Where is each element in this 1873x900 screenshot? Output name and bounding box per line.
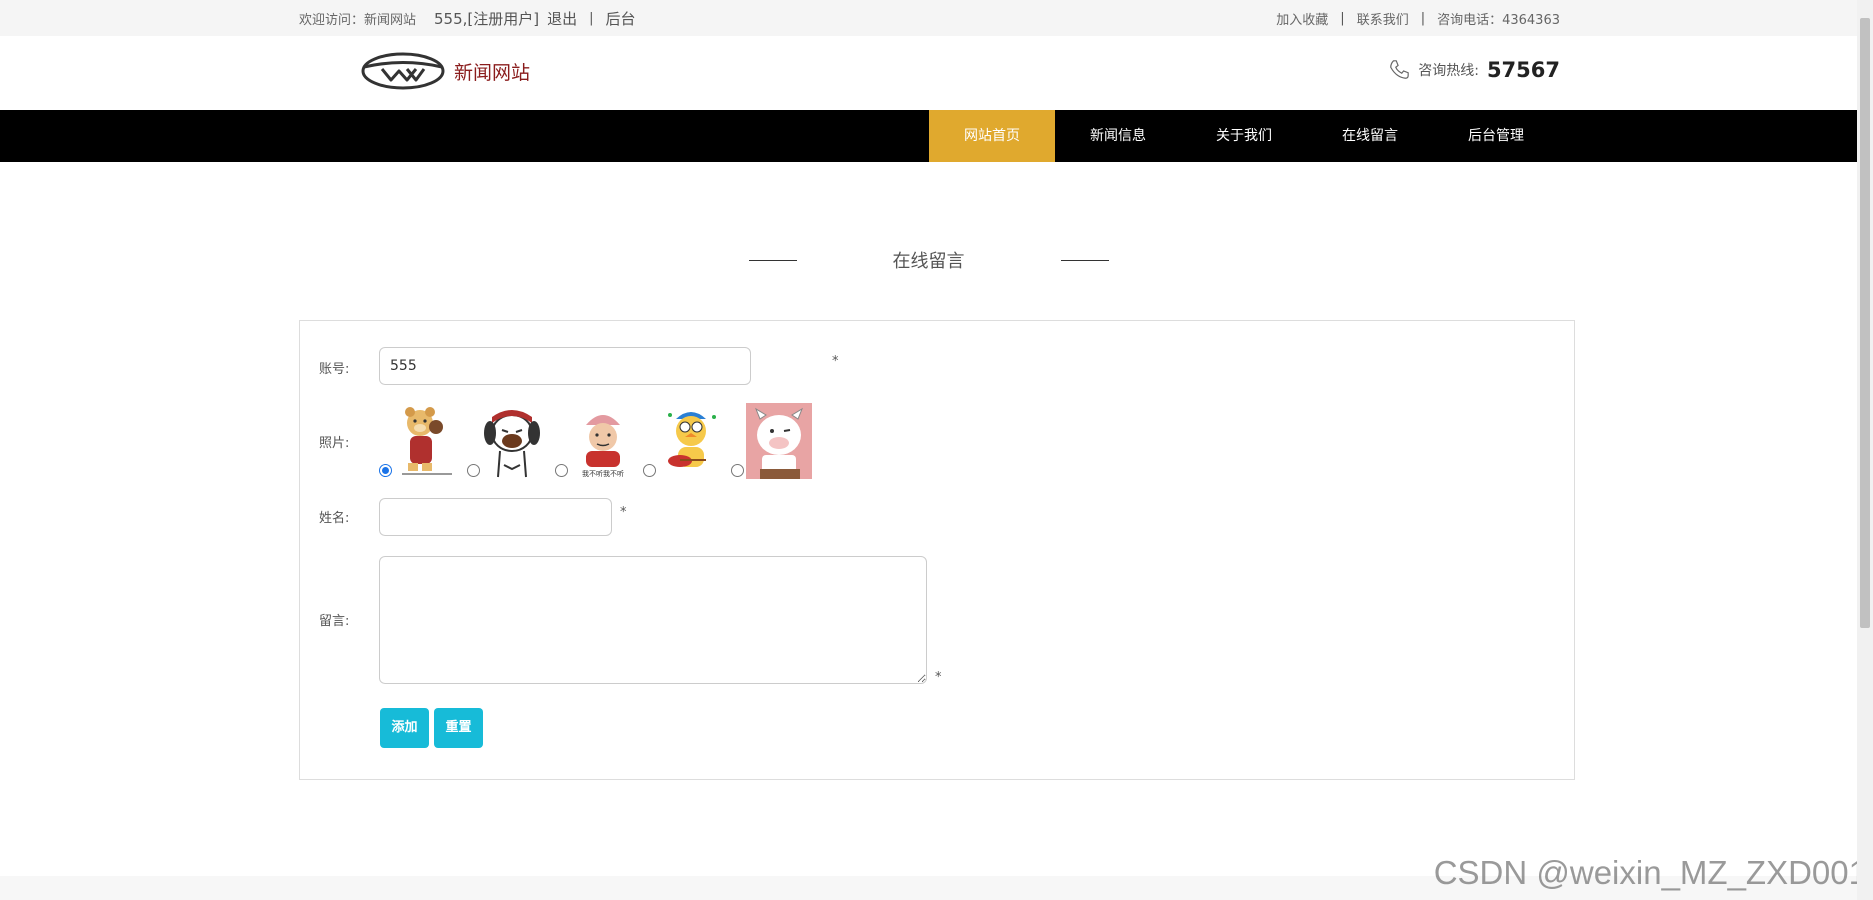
photo-radio-3[interactable] — [555, 464, 568, 477]
logo-icon — [361, 52, 445, 90]
current-user: 555,[注册用户] — [434, 9, 540, 28]
watermark: CSDN @weixin_MZ_ZXD001 — [1433, 854, 1867, 891]
top-bar-left: 欢迎访问：新闻网站 555,[注册用户] 退出 | 后台 — [299, 8, 636, 29]
photo-radio-5[interactable] — [731, 464, 744, 477]
penguin-sticker-image — [658, 403, 724, 479]
nav-admin[interactable]: 后台管理 — [1433, 110, 1559, 162]
message-label: 留言: — [319, 614, 350, 629]
top-bar-content: 欢迎访问：新闻网站 555,[注册用户] 退出 | 后台 加入收藏 | 联系我们… — [299, 0, 1560, 36]
message-textarea[interactable] — [379, 556, 927, 684]
nav-items: 网站首页 新闻信息 关于我们 在线留言 后台管理 — [929, 110, 1559, 162]
page-scrollbar[interactable] — [1857, 0, 1873, 900]
hotline-number: 57567 — [1486, 58, 1560, 82]
top-bar-right: 加入收藏 | 联系我们 | 咨询电话：4364363 — [1276, 9, 1560, 28]
name-label: 姓名: — [319, 511, 350, 526]
scrollbar-thumb[interactable] — [1860, 18, 1870, 628]
site-name: 新闻网站 — [454, 61, 531, 84]
admin-link[interactable]: 后台 — [606, 8, 636, 29]
title-rule-right — [1060, 259, 1109, 261]
hotline-label: 咨询热线: — [1418, 63, 1479, 79]
contact-us-link[interactable]: 联系我们 — [1357, 9, 1409, 28]
nav-news[interactable]: 新闻信息 — [1055, 110, 1181, 162]
name-input[interactable] — [379, 498, 612, 536]
photo-radio-4[interactable] — [643, 464, 656, 477]
photo-option-2[interactable] — [467, 403, 548, 479]
grandpa-sticker-image: 我不听我不听 — [570, 403, 636, 479]
dog-sticker-image — [482, 403, 548, 479]
welcome-text: 欢迎访问：新闻网站 — [299, 12, 417, 28]
message-form: 账号: * 照片: — [299, 320, 1575, 780]
photo-label: 照片: — [319, 436, 350, 451]
main-nav: 网站首页 新闻信息 关于我们 在线留言 后台管理 — [0, 110, 1857, 162]
separator: | — [1420, 10, 1426, 26]
hotline: 咨询热线: 57567 — [1388, 58, 1560, 82]
photo-radio-2[interactable] — [467, 464, 480, 477]
page-title: 在线留言 — [892, 251, 965, 272]
reset-button[interactable]: 重置 — [434, 708, 483, 748]
required-mark: * — [935, 670, 942, 685]
photo-option-4[interactable] — [643, 403, 724, 479]
nav-message[interactable]: 在线留言 — [1307, 110, 1433, 162]
section-title: 在线留言 — [0, 245, 1857, 275]
required-mark: * — [832, 354, 839, 369]
photo-option-1[interactable] — [379, 403, 460, 479]
photo-caption-3: 我不听我不听 — [582, 469, 624, 478]
account-label: 账号: — [319, 362, 350, 377]
cow-sticker-image — [746, 403, 812, 479]
photo-option-5[interactable] — [731, 403, 812, 479]
nav-home[interactable]: 网站首页 — [929, 110, 1055, 162]
account-input[interactable] — [379, 347, 751, 385]
separator: | — [1340, 10, 1345, 26]
phone-text: 咨询电话：4364363 — [1437, 12, 1560, 28]
add-favorite-link[interactable]: 加入收藏 — [1276, 9, 1328, 28]
phone-icon — [1390, 60, 1409, 79]
add-button[interactable]: 添加 — [380, 708, 429, 748]
required-mark: * — [620, 505, 627, 520]
photo-radio-1[interactable] — [379, 464, 392, 477]
logout-link[interactable]: 退出 — [547, 8, 577, 29]
separator: | — [589, 10, 594, 26]
nav-about[interactable]: 关于我们 — [1181, 110, 1307, 162]
site-header: 新闻网站 咨询热线: 57567 — [0, 36, 1857, 110]
bear-sticker-image — [394, 403, 460, 479]
site-logo[interactable]: 新闻网站 — [360, 50, 530, 92]
photo-option-3[interactable]: 我不听我不听 — [555, 403, 636, 479]
title-rule-left — [748, 259, 797, 261]
